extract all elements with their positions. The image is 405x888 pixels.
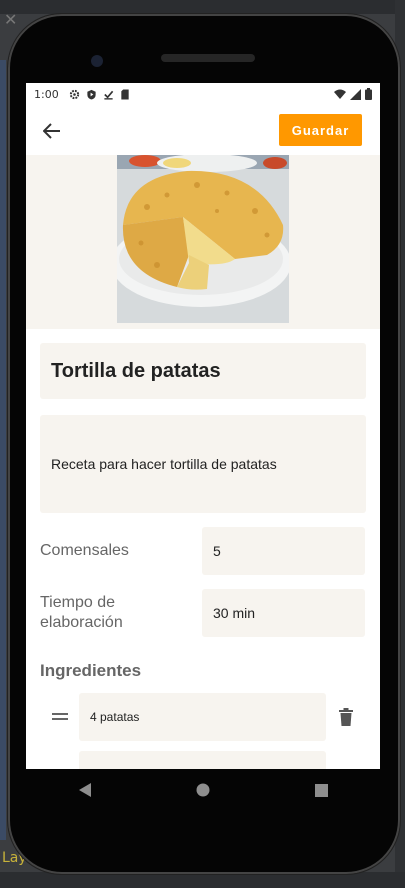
recipe-description-field[interactable]: Receta para hacer tortilla de patatas — [40, 415, 366, 513]
ide-bottom-bar — [0, 872, 405, 888]
status-time: 1:00 — [34, 87, 59, 101]
list-item: 4 patatas — [40, 693, 366, 741]
recipe-image-area — [26, 155, 380, 329]
time-field[interactable]: 30 min — [202, 589, 365, 637]
ingredient-field[interactable] — [79, 751, 326, 769]
close-icon[interactable]: ✕ — [4, 10, 17, 29]
ide-left-panel — [0, 60, 6, 840]
ide-top-bar — [0, 0, 405, 14]
ingredients-heading: Ingredientes — [40, 661, 142, 680]
sd-card-icon — [121, 88, 129, 100]
wifi-icon — [334, 89, 346, 99]
arrow-back-icon[interactable] — [40, 119, 64, 143]
status-bar: 1:00 — [26, 83, 380, 105]
ingredient-field[interactable]: 4 patatas — [79, 693, 326, 741]
download-done-icon — [103, 90, 113, 100]
trash-icon[interactable] — [326, 708, 366, 726]
servings-label: Comensales — [40, 542, 129, 559]
time-row: Tiempo de elaboración 30 min — [40, 589, 366, 637]
recents-square-icon[interactable] — [314, 783, 328, 797]
signal-icon — [350, 88, 361, 100]
home-circle-icon[interactable] — [196, 783, 210, 797]
drag-handle-icon[interactable] — [40, 713, 79, 721]
gear-icon — [69, 89, 79, 99]
recipe-form: Tortilla de patatas Receta para hacer to… — [26, 329, 380, 769]
phone-screen: 1:00 Guardar Tortilla de patatas Receta … — [26, 83, 380, 769]
servings-field[interactable]: 5 — [202, 527, 365, 575]
servings-row: Comensales 5 — [40, 527, 366, 575]
save-button[interactable]: Guardar — [279, 114, 362, 146]
battery-icon — [365, 88, 372, 100]
time-label: Tiempo de elaboración — [40, 594, 123, 631]
back-triangle-icon[interactable] — [78, 783, 92, 797]
recipe-photo[interactable] — [117, 155, 289, 323]
shield-icon — [87, 89, 96, 100]
android-nav-bar — [26, 769, 380, 811]
recipe-title-field[interactable]: Tortilla de patatas — [40, 343, 366, 399]
front-camera — [91, 55, 103, 67]
app-bar: Guardar — [26, 105, 380, 155]
earpiece-speaker — [161, 54, 255, 62]
